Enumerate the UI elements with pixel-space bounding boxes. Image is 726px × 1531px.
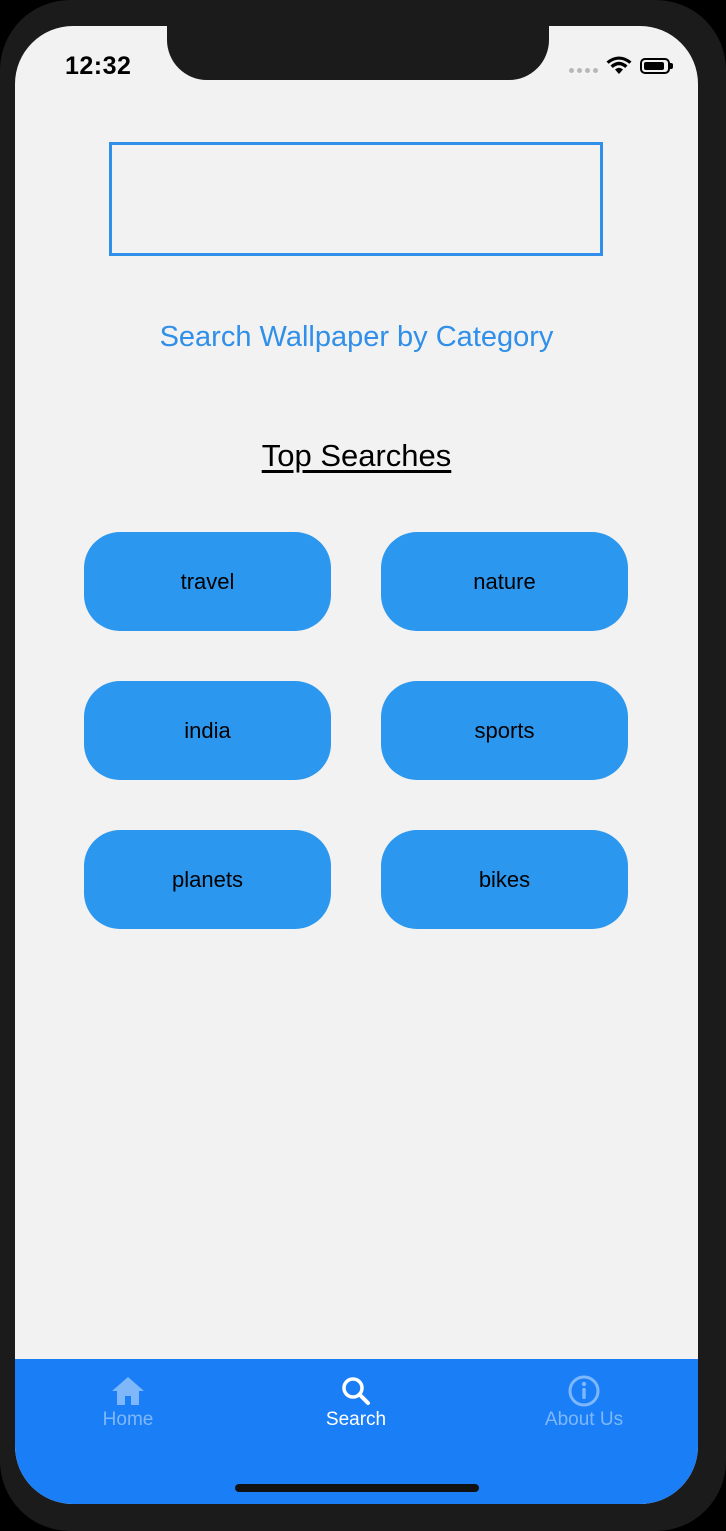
chip-sports[interactable]: sports	[381, 681, 628, 780]
home-icon	[112, 1377, 144, 1405]
tab-home-label: Home	[102, 1409, 154, 1430]
device-notch	[167, 26, 549, 80]
tab-search-label: Search	[325, 1409, 387, 1430]
tab-about-us-label: About Us	[544, 1409, 624, 1430]
status-icons	[569, 56, 673, 76]
home-indicator	[235, 1484, 479, 1492]
status-time: 12:32	[65, 52, 132, 80]
top-searches-grid: travel nature india sports planets bikes	[84, 532, 629, 929]
top-searches-title: Top Searches	[261, 438, 452, 473]
wifi-icon	[606, 56, 632, 74]
app-screen: 12:32 Search Wallpaper by Category Top S…	[15, 26, 698, 1504]
tab-about-us[interactable]: About Us	[504, 1375, 664, 1431]
signal-dots-icon	[569, 67, 598, 73]
bottom-tab-bar: Home Search About Us	[15, 1359, 698, 1504]
phone-frame: 12:32 Search Wallpaper by Category Top S…	[0, 0, 726, 1531]
search-input[interactable]	[109, 142, 603, 256]
chip-india[interactable]: india	[84, 681, 331, 780]
chip-nature[interactable]: nature	[381, 532, 628, 631]
chip-travel[interactable]: travel	[84, 532, 331, 631]
chip-planets[interactable]: planets	[84, 830, 331, 929]
tab-search[interactable]: Search	[276, 1375, 436, 1431]
chip-bikes[interactable]: bikes	[381, 830, 628, 929]
info-icon	[568, 1375, 600, 1407]
battery-icon	[640, 58, 673, 74]
search-icon	[342, 1377, 370, 1405]
search-by-category-link[interactable]: Search Wallpaper by Category	[15, 321, 698, 354]
tab-home[interactable]: Home	[48, 1375, 208, 1431]
